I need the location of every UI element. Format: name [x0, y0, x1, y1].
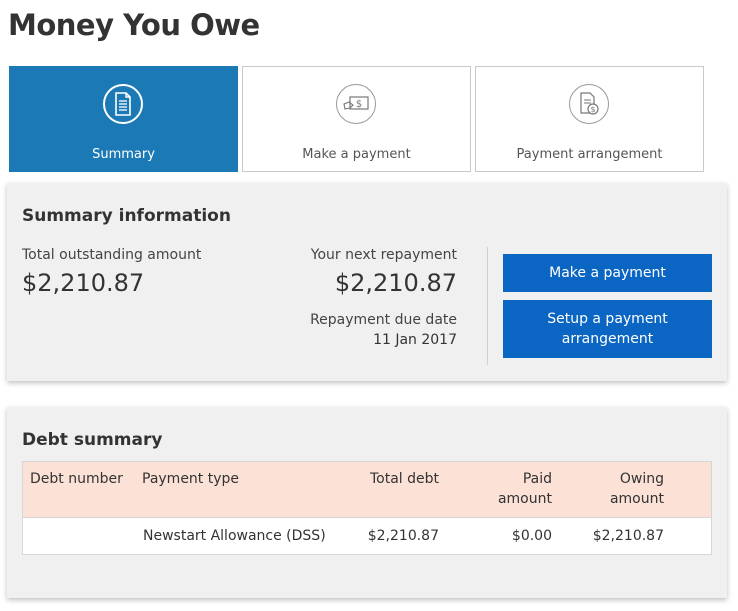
debt-summary-panel: Debt summary Debt number Payment type To…: [7, 407, 727, 598]
table-header: Debt number Payment type Total debt Paid…: [23, 462, 711, 518]
tab-label: Payment arrangement: [516, 147, 663, 162]
header-payment-type: Payment type: [142, 471, 240, 487]
due-date-value: 11 Jan 2017: [373, 332, 457, 348]
debt-table: Debt number Payment type Total debt Paid…: [22, 461, 712, 555]
header-paid-amount: Paid amount: [497, 471, 552, 507]
tab-label: Make a payment: [302, 147, 411, 162]
tab-make-payment[interactable]: $ Make a payment: [242, 66, 471, 172]
divider: [487, 247, 488, 365]
due-date-label: Repayment due date: [310, 312, 457, 328]
document-icon: [102, 84, 143, 124]
redacted-debt-number: [31, 527, 101, 549]
setup-arrangement-button[interactable]: Setup a payment arrangement: [503, 300, 712, 358]
tab-label: Summary: [92, 147, 155, 162]
cell-paid-amount: $0.00: [511, 528, 552, 544]
document-dollar-icon: $: [568, 84, 609, 124]
summary-panel: Summary information Total outstanding am…: [7, 183, 727, 381]
table-row: Newstart Allowance (DSS) $2,210.87 $0.00…: [23, 518, 711, 554]
tab-summary[interactable]: Summary: [9, 66, 238, 172]
next-repayment-label: Your next repayment: [310, 247, 457, 263]
next-repayment-amount: $2,210.87: [334, 269, 457, 297]
tab-bar: Summary $ Make a payment $ Payment arran…: [9, 66, 704, 172]
cell-payment-type: Newstart Allowance (DSS): [143, 528, 326, 544]
svg-text:$: $: [590, 105, 595, 114]
page-title: Money You Owe: [8, 8, 260, 42]
debt-summary-title: Debt summary: [22, 430, 163, 450]
cell-total-debt: $2,210.87: [367, 528, 439, 544]
header-owing-amount: Owing amount: [609, 471, 664, 507]
summary-title: Summary information: [22, 206, 231, 226]
total-outstanding-amount: $2,210.87: [22, 269, 145, 297]
payment-card-icon: $: [335, 84, 376, 124]
header-debt-number: Debt number: [30, 471, 123, 487]
total-outstanding-label: Total outstanding amount: [22, 247, 202, 263]
tab-payment-arrangement[interactable]: $ Payment arrangement: [475, 66, 704, 172]
svg-text:$: $: [355, 99, 361, 110]
cell-owing-amount: $2,210.87: [592, 528, 664, 544]
header-total-debt: Total debt: [369, 471, 439, 487]
make-payment-button[interactable]: Make a payment: [503, 254, 712, 292]
